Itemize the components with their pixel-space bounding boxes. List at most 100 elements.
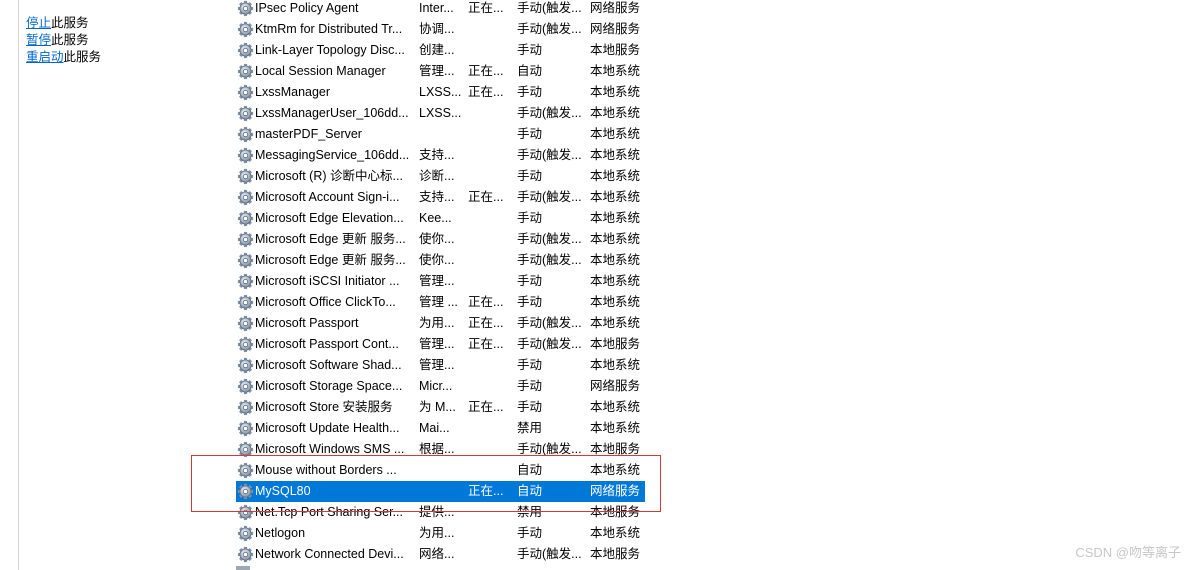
gear-icon <box>237 504 254 521</box>
service-startup-type: 手动(触发... <box>517 22 582 36</box>
service-startup-type: 手动 <box>517 85 543 99</box>
service-row[interactable]: Microsoft Edge Elevation... Kee... 手动 本地系统 <box>236 208 656 229</box>
action-link[interactable]: 暂停 <box>26 33 51 47</box>
service-row[interactable]: MessagingService_106dd... 支持... 手动(触发... 本地… <box>236 145 656 166</box>
service-row[interactable]: Microsoft Windows SMS ... 根据... 手动(触发... 本地… <box>236 439 656 460</box>
service-row[interactable]: Microsoft Software Shad... 管理... 手动 本地系统 <box>236 355 656 376</box>
service-logon-as: 本地系统 <box>590 421 641 435</box>
service-status: 正在... <box>468 337 504 351</box>
action-link[interactable]: 重启动 <box>26 50 64 64</box>
service-logon-as: 本地系统 <box>590 400 641 414</box>
service-row[interactable]: masterPDF_Server 手动 本地系统 <box>236 124 656 145</box>
service-row[interactable]: Microsoft (R) 诊断中心标... 诊断... 手动 本地系统 <box>236 166 656 187</box>
gear-icon <box>237 21 254 38</box>
service-name: Microsoft Windows SMS ... <box>255 442 405 456</box>
service-name: Net.Tcp Port Sharing Ser... <box>255 505 403 519</box>
service-row[interactable]: Microsoft Storage Space... Micr... 手动 网络服务 <box>236 376 656 397</box>
service-startup-type: 手动(触发... <box>517 232 582 246</box>
service-startup-type: 手动 <box>517 400 543 414</box>
service-startup-type: 手动 <box>517 274 543 288</box>
service-status: 正在... <box>468 85 504 99</box>
service-row[interactable]: Netlogon 为用... 手动 本地系统 <box>236 523 656 544</box>
service-row[interactable]: Mouse without Borders ... 自动 本地系统 <box>236 460 656 481</box>
service-startup-type: 手动 <box>517 379 543 393</box>
service-startup-type: 手动(触发... <box>517 316 582 330</box>
service-row[interactable]: Microsoft Passport Cont... 管理... 正在... 手动(触… <box>236 334 656 355</box>
service-startup-type: 手动 <box>517 43 543 57</box>
service-name: IPsec Policy Agent <box>255 1 359 15</box>
service-description: 支持... <box>419 190 455 204</box>
action-line: 重启动此服务 <box>26 49 206 66</box>
service-logon-as: 本地服务 <box>590 337 641 351</box>
service-actions-panel: 停止此服务 暂停此服务 重启动此服务 <box>26 15 206 66</box>
gear-icon <box>237 315 254 332</box>
service-logon-as: 本地系统 <box>590 64 641 78</box>
service-row[interactable]: Microsoft Store 安装服务 为 M... 正在... 手动 本地系统 <box>236 397 656 418</box>
service-logon-as: 网络服务 <box>590 22 641 36</box>
service-name: MySQL80 <box>255 484 311 498</box>
service-description: 管理... <box>419 64 455 78</box>
service-logon-as: 本地服务 <box>590 547 641 561</box>
service-row[interactable]: LxssManager LXSS... 正在... 手动 本地系统 <box>236 82 656 103</box>
service-row[interactable]: Net.Tcp Port Sharing Ser... 提供... 禁用 本地服务 <box>236 502 656 523</box>
service-description: 为 M... <box>419 400 456 414</box>
gear-icon <box>237 462 254 479</box>
service-startup-type: 手动(触发... <box>517 106 582 120</box>
service-startup-type: 手动 <box>517 295 543 309</box>
service-description: 使你... <box>419 232 455 246</box>
service-name: Mouse without Borders ... <box>255 463 397 477</box>
service-row[interactable]: Local Session Manager 管理... 正在... 自动 本地系统 <box>236 61 656 82</box>
service-logon-as: 本地系统 <box>590 274 641 288</box>
service-description: Mai... <box>419 421 450 435</box>
action-link[interactable]: 停止 <box>26 16 51 30</box>
service-description: 为用... <box>419 316 455 330</box>
service-logon-as: 本地系统 <box>590 85 641 99</box>
gear-icon <box>237 105 254 122</box>
service-status: 正在... <box>468 295 504 309</box>
service-row[interactable]: Microsoft Update Health... Mai... 禁用 本地系统 <box>236 418 656 439</box>
service-row[interactable]: Microsoft iSCSI Initiator ... 管理... 手动 本地系统 <box>236 271 656 292</box>
service-row[interactable]: MySQL80 正在... 自动 网络服务 <box>236 481 645 502</box>
service-description: Inter... <box>419 1 454 15</box>
service-logon-as: 本地系统 <box>590 232 641 246</box>
service-logon-as: 网络服务 <box>590 484 641 498</box>
service-row[interactable]: Microsoft Edge 更新 服务... 使你... 手动(触发... 本地系统 <box>236 229 656 250</box>
gear-icon <box>237 84 254 101</box>
service-row[interactable]: Microsoft Office ClickTo... 管理 ... 正在... 手动… <box>236 292 656 313</box>
service-row[interactable]: LxssManagerUser_106dd... LXSS... 手动(触发... 本… <box>236 103 656 124</box>
gear-icon <box>237 294 254 311</box>
action-suffix: 此服务 <box>63 50 102 64</box>
gear-icon <box>237 546 254 563</box>
service-description: 管理... <box>419 337 455 351</box>
service-name: KtmRm for Distributed Tr... <box>255 22 403 36</box>
service-name: Microsoft Edge 更新 服务... <box>255 232 406 246</box>
service-logon-as: 本地系统 <box>590 316 641 330</box>
action-suffix: 此服务 <box>51 33 89 47</box>
service-name: masterPDF_Server <box>255 127 362 141</box>
service-row[interactable]: Link-Layer Topology Disc... 创建... 手动 本地服务 <box>236 40 656 61</box>
next-row-icon-partial <box>236 566 250 570</box>
service-description: 根据... <box>419 442 455 456</box>
watermark: CSDN @吻等离子 <box>1075 545 1181 560</box>
service-startup-type: 自动 <box>517 463 543 477</box>
service-name: Microsoft Update Health... <box>255 421 400 435</box>
service-row[interactable]: IPsec Policy Agent Inter... 正在... 手动(触发... 网… <box>236 0 656 19</box>
service-row[interactable]: Microsoft Passport 为用... 正在... 手动(触发... 本地系统 <box>236 313 656 334</box>
service-status: 正在... <box>468 400 504 414</box>
service-startup-type: 手动 <box>517 169 543 183</box>
service-description: 创建... <box>419 43 455 57</box>
service-startup-type: 自动 <box>517 64 543 78</box>
service-name: Microsoft Store 安装服务 <box>255 400 393 414</box>
service-logon-as: 本地系统 <box>590 358 641 372</box>
service-startup-type: 手动(触发... <box>517 253 582 267</box>
service-description: Micr... <box>419 379 453 393</box>
service-row[interactable]: Network Connected Devi... 网络... 手动(触发... 本地… <box>236 544 656 565</box>
service-row[interactable]: Microsoft Account Sign-i... 支持... 正在... 手动(… <box>236 187 656 208</box>
service-name: Microsoft iSCSI Initiator ... <box>255 274 400 288</box>
gear-icon <box>237 273 254 290</box>
service-row[interactable]: KtmRm for Distributed Tr... 协调... 手动(触发...… <box>236 19 656 40</box>
gear-icon <box>237 231 254 248</box>
service-row[interactable]: Microsoft Edge 更新 服务... 使你... 手动(触发... 本地系统 <box>236 250 656 271</box>
service-logon-as: 本地系统 <box>590 190 641 204</box>
gear-icon <box>237 378 254 395</box>
